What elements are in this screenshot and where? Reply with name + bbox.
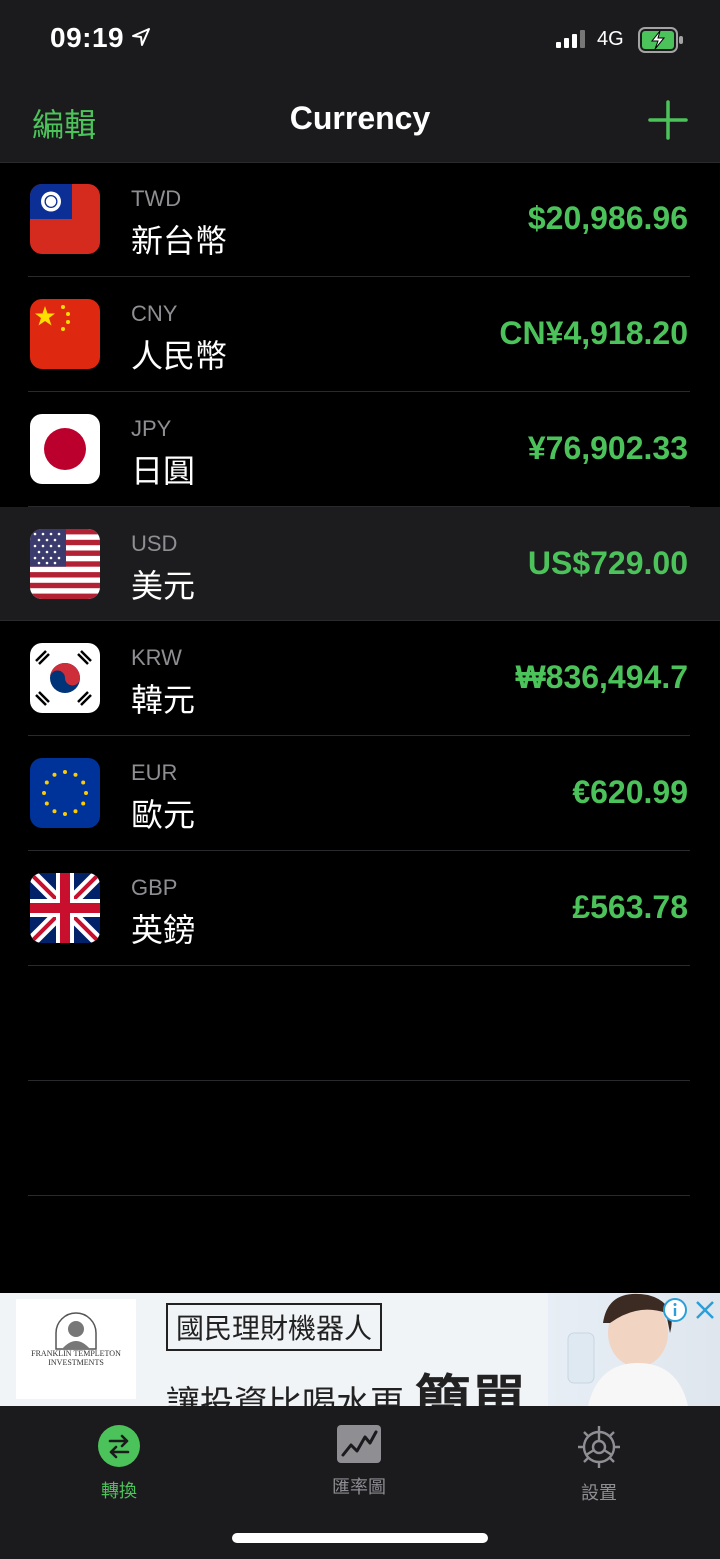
home-indicator[interactable]: [232, 1533, 488, 1543]
ad-info-icon[interactable]: [662, 1297, 688, 1323]
tab-label: 轉換: [101, 1481, 137, 1501]
currency-name: 新台幣: [131, 223, 228, 259]
currency-amount: ¥76,902.33: [527, 430, 688, 466]
taiwan-flag-icon: [30, 184, 100, 254]
currency-code: CNY: [131, 301, 178, 326]
currency-name: 英鎊: [131, 912, 196, 948]
currency-name: 美元: [131, 568, 196, 604]
currency-amount: US$729.00: [527, 545, 688, 581]
status-bar: 09:19 4G: [0, 0, 720, 80]
currency-row-twd[interactable]: TWD 新台幣 $20,986.96: [28, 162, 690, 277]
currency-code: JPY: [131, 416, 172, 441]
currency-amount: $20,986.96: [527, 200, 688, 236]
add-currency-button[interactable]: [648, 100, 688, 140]
signal-icon: [556, 30, 585, 48]
currency-code: USD: [131, 531, 178, 556]
currency-code: GBP: [131, 875, 178, 900]
currency-amount: ₩836,494.7: [515, 659, 688, 695]
ad-banner[interactable]: FRANKLIN TEMPLETON INVESTMENTS 國民理財機器人 讓…: [0, 1293, 720, 1406]
us-flag-icon: [30, 529, 100, 599]
currency-amount: £563.78: [572, 889, 688, 925]
korea-flag-icon: [30, 643, 100, 713]
empty-row: [28, 1081, 690, 1196]
status-time: 09:19: [50, 22, 125, 53]
portrait-logo-icon: [55, 1312, 97, 1350]
battery-charging-icon: [638, 27, 683, 53]
navigation-bar: 編輯 Currency: [0, 80, 720, 163]
currency-row-usd[interactable]: USD 美元 US$729.00: [0, 507, 720, 621]
eu-flag-icon: [30, 758, 100, 828]
network-type: 4G: [597, 28, 624, 50]
tab-settings[interactable]: 設置: [529, 1424, 669, 1505]
currency-name: 韓元: [131, 682, 196, 718]
advertiser-logo: FRANKLIN TEMPLETON INVESTMENTS: [16, 1299, 136, 1399]
tab-rate-chart[interactable]: 匯率圖: [289, 1424, 429, 1499]
currency-amount: CN¥4,918.20: [499, 315, 688, 351]
ad-tagline: 讓投資比喝水更 簡單: [166, 1351, 527, 1406]
ad-tagline-text: 讓投資比喝水更: [166, 1384, 404, 1406]
currency-row-krw[interactable]: KRW 韓元 ₩836,494.7: [28, 621, 690, 736]
currency-row-gbp[interactable]: GBP 英鎊 £563.78: [28, 851, 690, 966]
tab-convert[interactable]: 轉換: [49, 1424, 189, 1503]
currency-name: 日圓: [131, 453, 196, 489]
location-arrow-icon: [132, 28, 150, 46]
japan-flag-icon: [30, 414, 100, 484]
tab-label: 匯率圖: [332, 1477, 386, 1497]
currency-code: TWD: [131, 186, 182, 211]
ad-headline-box: 國民理財機器人: [166, 1303, 383, 1351]
ad-close-icon[interactable]: [692, 1297, 718, 1323]
currency-row-cny[interactable]: CNY 人民幣 CN¥4,918.20: [28, 277, 690, 392]
currency-name: 歐元: [131, 797, 196, 833]
currency-name: 人民幣: [131, 338, 228, 374]
currency-code: EUR: [131, 760, 178, 785]
tab-label: 設置: [581, 1483, 617, 1503]
advertiser-name: FRANKLIN TEMPLETON INVESTMENTS: [31, 1349, 121, 1367]
currency-list: TWD 新台幣 $20,986.96 CNY 人民幣 CN¥4,918.20 J…: [0, 162, 720, 1196]
currency-amount: €620.99: [572, 774, 688, 810]
currency-code: KRW: [131, 645, 182, 670]
empty-row: [28, 966, 690, 1081]
line-chart-icon: [337, 1425, 381, 1463]
uk-flag-icon: [30, 873, 100, 943]
convert-arrows-icon: [98, 1425, 140, 1467]
ad-tagline-emphasis: 簡單: [414, 1369, 527, 1406]
page-title: Currency: [289, 100, 431, 136]
gear-icon: [578, 1426, 620, 1468]
currency-row-jpy[interactable]: JPY 日圓 ¥76,902.33: [28, 392, 690, 507]
china-flag-icon: [30, 299, 100, 369]
currency-row-eur[interactable]: EUR 歐元 €620.99: [28, 736, 690, 851]
